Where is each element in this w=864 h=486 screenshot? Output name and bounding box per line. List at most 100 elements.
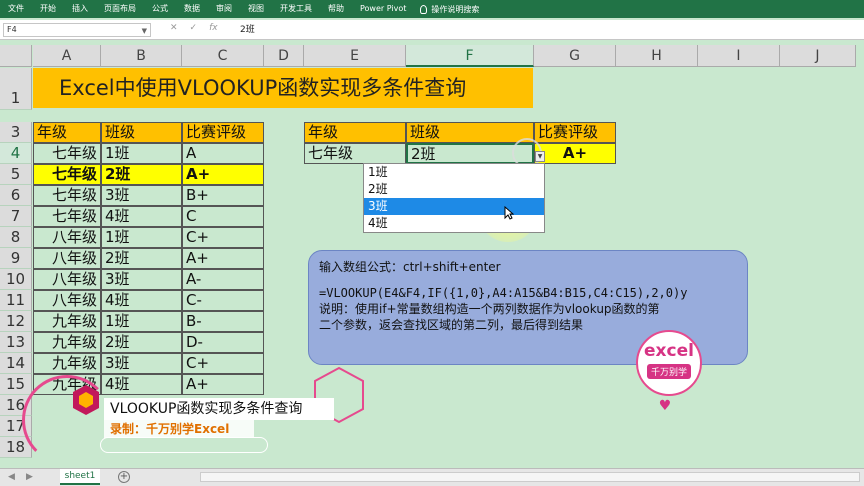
table-cell[interactable]: A-: [182, 269, 264, 290]
row-header-8[interactable]: 8: [0, 227, 32, 248]
logo-subtext: 千万别学: [646, 364, 691, 379]
table-cell[interactable]: C+: [182, 227, 264, 248]
row-header-15[interactable]: 15: [0, 374, 32, 395]
lookup-header-class[interactable]: 班级: [406, 122, 534, 143]
row-header-14[interactable]: 14: [0, 353, 32, 374]
menu-help[interactable]: 帮助: [320, 0, 352, 18]
table-cell[interactable]: 3班: [101, 353, 182, 374]
table-cell[interactable]: 八年级: [33, 248, 101, 269]
horizontal-scrollbar[interactable]: [200, 472, 860, 482]
table-cell[interactable]: 八年级: [33, 269, 101, 290]
col-header-i[interactable]: I: [698, 45, 780, 67]
col-header-b[interactable]: B: [101, 45, 182, 67]
table-cell[interactable]: A: [182, 143, 264, 164]
menu-view[interactable]: 视图: [240, 0, 272, 18]
table-cell[interactable]: 1班: [101, 227, 182, 248]
menu-formulas[interactable]: 公式: [144, 0, 176, 18]
table-cell[interactable]: C: [182, 206, 264, 227]
row-header-13[interactable]: 13: [0, 332, 32, 353]
formula-input[interactable]: 2班: [240, 23, 255, 37]
dropdown-option-selected[interactable]: 3班: [364, 198, 544, 215]
table-cell[interactable]: 七年级: [33, 143, 101, 164]
row-header-9[interactable]: 9: [0, 248, 32, 269]
table-cell[interactable]: A+: [182, 374, 264, 395]
menu-power-pivot[interactable]: Power Pivot: [352, 0, 414, 18]
tell-me-search[interactable]: 操作说明搜索: [414, 4, 479, 15]
logo-text: excel: [644, 341, 694, 361]
table-cell[interactable]: A+: [182, 248, 264, 269]
table-cell[interactable]: 4班: [101, 374, 182, 395]
table-cell[interactable]: 九年级: [33, 332, 101, 353]
row-header-4[interactable]: 4: [0, 143, 32, 164]
table-cell[interactable]: 4班: [101, 206, 182, 227]
sheet-tab-sheet1[interactable]: sheet1: [60, 469, 100, 485]
table-cell[interactable]: 3班: [101, 185, 182, 206]
row-header-7[interactable]: 7: [0, 206, 32, 227]
select-all-corner[interactable]: [0, 45, 32, 67]
col-header-c[interactable]: C: [182, 45, 264, 67]
menu-review[interactable]: 审阅: [208, 0, 240, 18]
table-cell[interactable]: C-: [182, 290, 264, 311]
table-cell[interactable]: 2班: [101, 332, 182, 353]
add-sheet-button[interactable]: +: [118, 471, 130, 483]
col-header-j[interactable]: J: [780, 45, 856, 67]
dropdown-arrow-icon[interactable]: ▼: [535, 151, 545, 162]
col-header-f[interactable]: F: [406, 45, 534, 67]
cancel-icon[interactable]: ✕: [170, 23, 178, 33]
function-icon[interactable]: fx: [209, 23, 218, 33]
table-cell[interactable]: 九年级: [33, 353, 101, 374]
table-cell[interactable]: 八年级: [33, 227, 101, 248]
table-cell[interactable]: 1班: [101, 311, 182, 332]
dropdown-option[interactable]: 4班: [364, 215, 544, 232]
confirm-icon[interactable]: ✓: [190, 23, 198, 33]
chevron-down-icon[interactable]: ▼: [142, 25, 147, 37]
menu-insert[interactable]: 插入: [64, 0, 96, 18]
table-cell-highlighted[interactable]: 2班: [101, 164, 182, 185]
col-header-h[interactable]: H: [616, 45, 698, 67]
name-box[interactable]: F4 ▼: [3, 23, 151, 37]
col-header-g[interactable]: G: [534, 45, 616, 67]
table-cell[interactable]: C+: [182, 353, 264, 374]
table-cell[interactable]: D-: [182, 332, 264, 353]
row-header-12[interactable]: 12: [0, 311, 32, 332]
table-cell[interactable]: 七年级: [33, 185, 101, 206]
table-cell[interactable]: 八年级: [33, 290, 101, 311]
row-header-3[interactable]: 3: [0, 122, 32, 143]
table-cell[interactable]: 2班: [101, 248, 182, 269]
table-cell-highlighted[interactable]: 七年级: [33, 164, 101, 185]
menu-home[interactable]: 开始: [32, 0, 64, 18]
table-cell-highlighted[interactable]: A+: [182, 164, 264, 185]
menu-data[interactable]: 数据: [176, 0, 208, 18]
dropdown-option[interactable]: 2班: [364, 181, 544, 198]
lookup-result-cell[interactable]: A+: [534, 143, 616, 164]
tell-me-label: 操作说明搜索: [431, 4, 480, 14]
row-header-11[interactable]: 11: [0, 290, 32, 311]
sheet-prev-icon[interactable]: ◀: [8, 472, 15, 482]
col-header-a[interactable]: A: [33, 45, 101, 67]
table-cell[interactable]: 七年级: [33, 206, 101, 227]
menu-developer[interactable]: 开发工具: [272, 0, 320, 18]
col-header-e[interactable]: E: [304, 45, 406, 67]
lookup-grade-cell[interactable]: 七年级: [304, 143, 406, 164]
table-cell[interactable]: 九年级: [33, 311, 101, 332]
row-header-6[interactable]: 6: [0, 185, 32, 206]
row-header-5[interactable]: 5: [0, 164, 32, 185]
dropdown-option[interactable]: 1班: [364, 164, 544, 181]
table-cell[interactable]: 3班: [101, 269, 182, 290]
lookup-header-grade[interactable]: 年级: [304, 122, 406, 143]
table-cell[interactable]: 4班: [101, 290, 182, 311]
table-cell[interactable]: 1班: [101, 143, 182, 164]
lookup-header-rating[interactable]: 比赛评级: [534, 122, 616, 143]
table-header-rating[interactable]: 比赛评级: [182, 122, 264, 143]
menu-page-layout[interactable]: 页面布局: [96, 0, 144, 18]
sheet-next-icon[interactable]: ▶: [26, 472, 33, 482]
row-header-1[interactable]: 1: [0, 68, 32, 110]
table-cell[interactable]: B-: [182, 311, 264, 332]
table-cell[interactable]: B+: [182, 185, 264, 206]
menu-file[interactable]: 文件: [0, 0, 32, 18]
table-header-grade[interactable]: 年级: [33, 122, 101, 143]
row-header-10[interactable]: 10: [0, 269, 32, 290]
col-header-d[interactable]: D: [264, 45, 304, 67]
table-header-class[interactable]: 班级: [101, 122, 182, 143]
note-line: 输入数组公式：ctrl+shift+enter: [319, 260, 501, 274]
